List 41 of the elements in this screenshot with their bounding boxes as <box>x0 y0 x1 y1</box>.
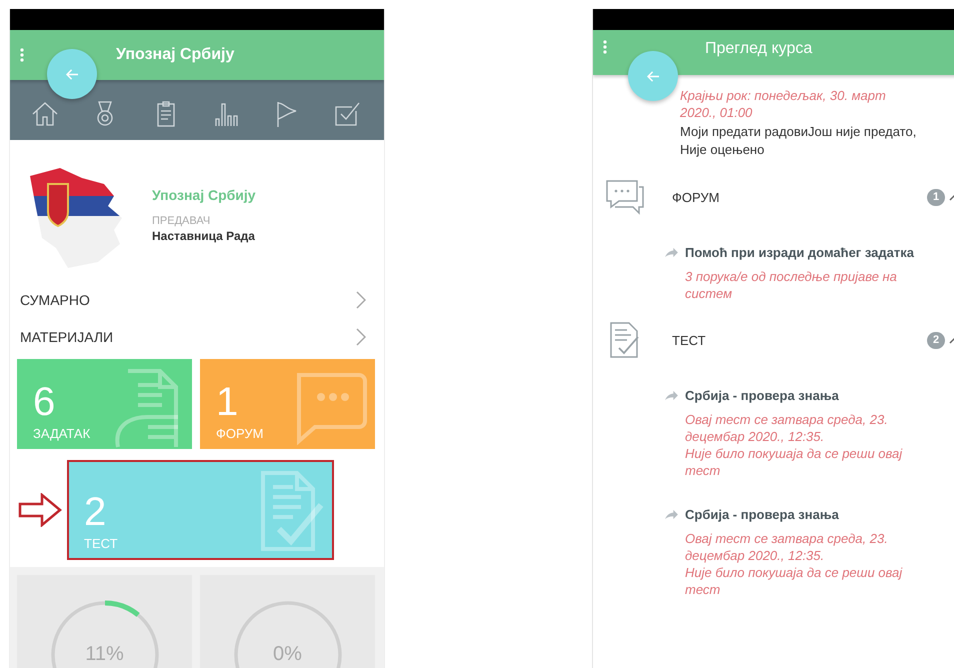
tile-label: ФОРУМ <box>216 426 264 441</box>
chevron-icon <box>356 290 366 308</box>
back-button[interactable] <box>628 51 678 101</box>
activity-note: Овај тест се затвара среда, 23. децембар 2020., 12:35. <box>685 411 889 445</box>
arrow-icon <box>66 68 78 80</box>
share-arrow-icon <box>664 247 679 258</box>
tile-count: 1 <box>216 382 240 422</box>
activity-link[interactable]: Србија - провера знања <box>685 388 839 403</box>
section-title: ФОРУМ <box>672 190 720 204</box>
course-title: Упознај Србију <box>152 186 256 202</box>
screen-title: Упознај Србију <box>116 46 234 64</box>
count-badge: 1 <box>927 188 945 206</box>
activity-note: Није било покушаја да се реши овај тест <box>685 445 904 479</box>
screen-title: Преглед курса <box>705 40 812 58</box>
share-arrow-icon <box>664 509 679 520</box>
activity-link[interactable]: Србија - провера знања <box>685 507 839 522</box>
section-title: ТЕСТ <box>672 332 707 348</box>
submission-status: Моји предати радовиЈош није предато, Није оцењено <box>680 123 918 159</box>
progress-percent: 11% <box>84 643 125 666</box>
teacher-label: ПРЕДАВАЧ <box>152 214 212 226</box>
arrow-icon <box>18 493 62 527</box>
arrow-icon <box>646 70 660 82</box>
chat-bubbles-icon <box>605 179 645 215</box>
teacher-name: Наставница Рада <box>152 228 256 242</box>
tile-label: ЗАДАТАК <box>33 426 92 441</box>
menu-item[interactable]: МАТЕРИЈАЛИ <box>10 318 384 355</box>
menu-icon[interactable] <box>603 40 607 54</box>
tile-count: 2 <box>84 492 108 532</box>
activity-note: Овај тест се затвара среда, 23. децембар 2020., 12:35. <box>685 530 889 564</box>
count-badge: 2 <box>927 332 945 348</box>
tile-label: ТЕСТ <box>84 536 119 551</box>
menu-item[interactable]: СУМАРНО <box>10 281 384 318</box>
activity-note: 3 порука/е од последње пријаве на систем <box>685 268 898 302</box>
activity-note: Није било покушаја да се реши овај тест <box>685 564 904 598</box>
progress-percent: 0% <box>272 643 303 666</box>
share-arrow-icon <box>664 390 679 401</box>
activity-link[interactable]: Помоћ при изради домаћег задатка <box>685 245 914 260</box>
deadline-text: Крајњи рок: понедељак, 30. март 2020., 01:00 <box>680 87 887 121</box>
chevron-icon <box>356 328 366 346</box>
tile-count: 6 <box>33 382 56 422</box>
menu-icon[interactable] <box>20 48 24 62</box>
